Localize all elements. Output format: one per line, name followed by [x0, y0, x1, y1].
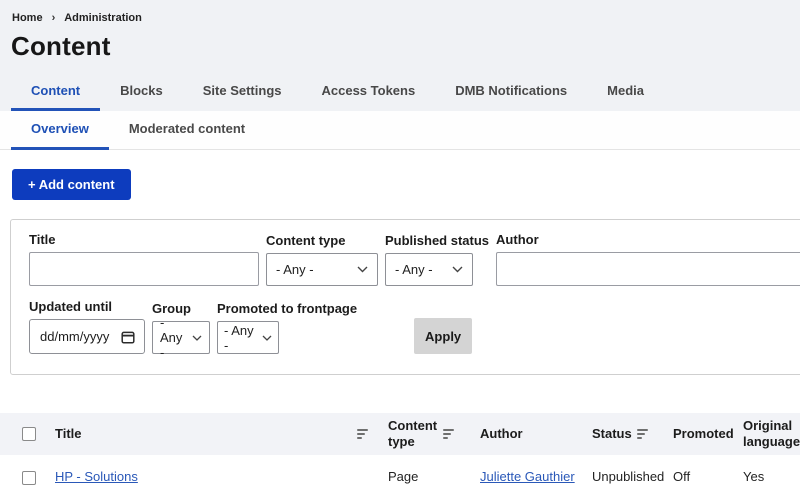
- published-status-filter-field: Published status - Any -: [385, 233, 489, 286]
- table-header-row: Title Content type Author Status Promote…: [0, 413, 800, 455]
- column-header-promoted: Promoted: [673, 425, 734, 441]
- tab-content[interactable]: Content: [11, 74, 101, 111]
- date-placeholder: dd/mm/yyyy: [40, 329, 110, 344]
- author-link[interactable]: Juliette Gauthier: [480, 469, 575, 484]
- tab-access-tokens[interactable]: Access Tokens: [302, 74, 436, 111]
- promoted-value: Off: [673, 469, 691, 485]
- promoted-filter-field: Promoted to frontpage - Any -: [217, 301, 357, 354]
- updated-until-filter-label: Updated until: [29, 299, 113, 314]
- title-filter-field: Title: [29, 232, 259, 286]
- status-value: Unpublished: [592, 469, 665, 485]
- published-status-filter-label: Published status: [385, 233, 490, 248]
- column-header-author: Author: [480, 425, 523, 441]
- content-type-filter-field: Content type - Any -: [266, 233, 378, 286]
- tab-moderated-content[interactable]: Moderated content: [109, 111, 265, 150]
- title-filter-input[interactable]: [29, 252, 259, 286]
- breadcrumb-home-link[interactable]: Home: [12, 12, 43, 24]
- column-header-content-type: Content type: [388, 417, 438, 449]
- select-all-checkbox[interactable]: [22, 427, 36, 442]
- apply-button[interactable]: Apply: [414, 318, 473, 354]
- promoted-filter-label: Promoted to frontpage: [217, 301, 358, 316]
- chevron-down-icon: [192, 335, 202, 341]
- table-row: HP - Solutions Page Juliette Gauthier Un…: [0, 455, 800, 492]
- tab-media[interactable]: Media: [587, 74, 664, 111]
- filter-panel: Title Content type - Any - Published sta…: [10, 219, 800, 375]
- tab-overview[interactable]: Overview: [11, 111, 109, 150]
- content-title-link[interactable]: HP - Solutions: [55, 469, 138, 484]
- breadcrumb: Home › Administration: [0, 12, 800, 24]
- chevron-down-icon: [262, 335, 272, 341]
- sort-icon[interactable]: [637, 429, 648, 439]
- primary-tab-bar: Content Blocks Site Settings Access Toke…: [0, 74, 800, 111]
- breadcrumb-administration[interactable]: Administration: [64, 12, 142, 24]
- chevron-down-icon: [357, 266, 368, 273]
- column-header-title: Title: [55, 425, 82, 441]
- select-row-checkbox[interactable]: [22, 470, 36, 485]
- title-filter-label: Title: [29, 232, 56, 247]
- published-status-select[interactable]: - Any -: [385, 253, 473, 286]
- page-header: Home › Administration Content Content Bl…: [0, 0, 800, 111]
- author-filter-input[interactable]: [496, 252, 800, 286]
- group-select[interactable]: - Any -: [152, 315, 210, 360]
- published-status-select-value: - Any -: [395, 262, 433, 277]
- group-filter-label: Group: [152, 301, 191, 316]
- content-table: Title Content type Author Status Promote…: [0, 413, 800, 492]
- sort-icon[interactable]: [357, 429, 368, 439]
- tab-blocks[interactable]: Blocks: [100, 74, 183, 111]
- group-select-value: - Any -: [160, 315, 183, 360]
- column-header-status: Status: [592, 425, 632, 441]
- breadcrumb-separator-icon: ›: [51, 12, 56, 24]
- add-content-button[interactable]: + Add content: [12, 169, 131, 200]
- page-title: Content: [11, 31, 111, 61]
- content-type-select-value: - Any -: [276, 262, 314, 277]
- promoted-select-value: - Any -: [224, 322, 254, 353]
- content-type-filter-label: Content type: [266, 233, 346, 248]
- content-type-value: Page: [388, 469, 419, 485]
- author-filter-label: Author: [496, 232, 539, 247]
- secondary-tab-bar: Overview Moderated content: [0, 111, 800, 150]
- calendar-icon[interactable]: [121, 330, 135, 344]
- sort-icon[interactable]: [443, 429, 454, 439]
- column-header-original-language: Original language: [743, 417, 800, 449]
- group-filter-field: Group - Any -: [152, 301, 210, 360]
- updated-until-filter-field: Updated until dd/mm/yyyy: [29, 299, 145, 354]
- promoted-select[interactable]: - Any -: [217, 321, 279, 354]
- chevron-down-icon: [452, 266, 463, 273]
- updated-until-date-input[interactable]: dd/mm/yyyy: [29, 319, 145, 354]
- content-type-select[interactable]: - Any -: [266, 253, 378, 286]
- author-filter-field: Author: [496, 232, 800, 286]
- original-language-value: Yes: [743, 469, 765, 485]
- tab-site-settings[interactable]: Site Settings: [183, 74, 302, 111]
- tab-dmb-notifications[interactable]: DMB Notifications: [435, 74, 587, 111]
